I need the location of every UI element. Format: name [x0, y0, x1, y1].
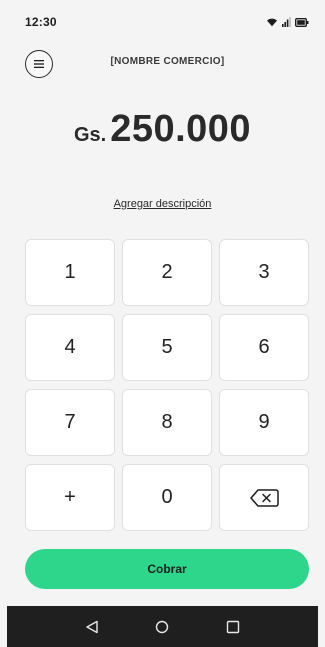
wifi-icon: [267, 18, 277, 27]
android-nav-bar: [7, 606, 318, 647]
header: [NOMBRE COMERCIO]: [0, 50, 325, 78]
key-plus[interactable]: +: [25, 464, 115, 531]
numeric-keypad: 1 2 3 4 5 6 7 8 9 + 0: [25, 239, 309, 531]
add-description: Agregar descripción: [0, 198, 325, 210]
amount-display: Gs. 250.000: [0, 108, 325, 158]
charge-button[interactable]: Cobrar: [25, 549, 309, 589]
merchant-name: [NOMBRE COMERCIO]: [110, 56, 225, 67]
add-description-link[interactable]: Agregar descripción: [114, 198, 212, 210]
key-6[interactable]: 6: [219, 314, 309, 381]
amount-value: 250.000: [110, 108, 252, 150]
backspace-icon: [250, 488, 279, 507]
key-0[interactable]: 0: [122, 464, 212, 531]
key-5[interactable]: 5: [122, 314, 212, 381]
key-backspace[interactable]: [219, 464, 309, 531]
key-1[interactable]: 1: [25, 239, 115, 306]
status-bar: 12:30: [0, 0, 325, 44]
key-8[interactable]: 8: [122, 389, 212, 456]
currency-label: Gs.: [73, 124, 107, 146]
status-time: 12:30: [25, 15, 57, 29]
key-4[interactable]: 4: [25, 314, 115, 381]
key-7[interactable]: 7: [25, 389, 115, 456]
back-triangle-icon[interactable]: [85, 620, 99, 634]
key-9[interactable]: 9: [219, 389, 309, 456]
battery-icon: [295, 17, 309, 27]
home-circle-icon[interactable]: [155, 620, 169, 634]
recents-square-icon[interactable]: [226, 620, 240, 634]
signal-icon: [282, 17, 291, 27]
status-icons: [266, 17, 309, 27]
key-2[interactable]: 2: [122, 239, 212, 306]
key-3[interactable]: 3: [219, 239, 309, 306]
